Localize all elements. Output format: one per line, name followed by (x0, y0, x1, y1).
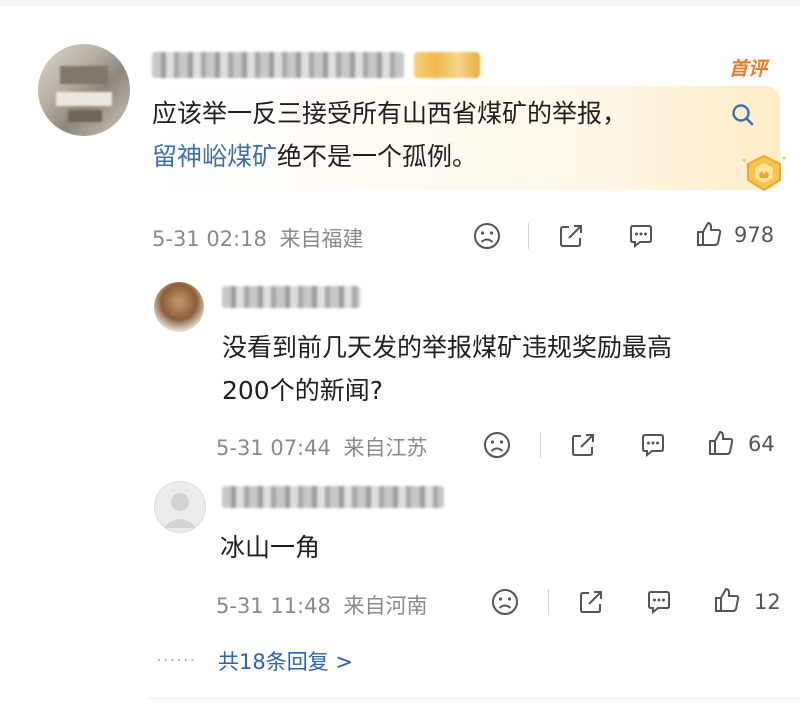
reply-meta: 5-31 11:48 来自河南 (216, 590, 428, 620)
reply-avatar[interactable] (154, 282, 204, 332)
top-divider (0, 0, 800, 6)
hot-comment-tag: 首评 (729, 58, 768, 80)
reply-meta: 5-31 07:44 来自江苏 (216, 432, 428, 462)
sad-face-icon[interactable] (472, 221, 502, 251)
comment-icon[interactable] (626, 221, 656, 251)
reply-time: 5-31 07:44 (216, 436, 331, 460)
more-replies-link[interactable]: 共18条回复 > (218, 646, 353, 676)
topic-link[interactable]: 留神峪煤矿 (152, 142, 277, 171)
search-icon[interactable] (730, 102, 756, 128)
divider (528, 223, 529, 249)
share-icon[interactable] (576, 587, 606, 617)
reply-location: 来自河南 (343, 594, 428, 618)
share-icon[interactable] (568, 430, 598, 460)
comment-text-rest: 绝不是一个孤例。 (277, 142, 478, 171)
reply-username-blurred[interactable] (222, 486, 444, 508)
avatar[interactable] (38, 44, 130, 136)
fan-badge (414, 52, 480, 78)
more-replies-dots: ······ (156, 650, 197, 671)
bottom-divider (150, 698, 800, 699)
comment-text-line1: 应该举一反三接受所有山西省煤矿的举报， (152, 99, 628, 128)
reply-text-line1: 没看到前几天发的举报煤矿违规奖励最高 (222, 333, 673, 362)
comment-meta: 5-31 02:18 来自福建 (152, 223, 364, 253)
username-blurred[interactable] (152, 52, 404, 78)
comment-time: 5-31 02:18 (152, 227, 267, 251)
reply-text-line1: 冰山一角 (220, 533, 321, 562)
reply-text-line2: 200个的新闻? (222, 376, 383, 405)
reply-time: 5-31 11:48 (216, 594, 331, 618)
reply-avatar[interactable] (154, 481, 206, 533)
comment-text-line2: 留神峪煤矿绝不是一个孤例。 (152, 136, 477, 177)
divider (540, 432, 541, 458)
comment-location: 来自福建 (279, 227, 364, 251)
thumbs-up-icon[interactable] (694, 219, 724, 249)
thumbs-up-icon[interactable] (712, 585, 742, 615)
reply-location: 来自江苏 (343, 436, 428, 460)
crown-badge-icon (742, 154, 786, 192)
divider (548, 589, 549, 615)
like-count: 978 (734, 223, 775, 247)
like-count: 12 (754, 590, 781, 614)
reply-username-blurred[interactable] (222, 286, 360, 308)
sad-face-icon[interactable] (482, 430, 512, 460)
share-icon[interactable] (556, 221, 586, 251)
comment-icon[interactable] (644, 587, 674, 617)
like-count: 64 (748, 432, 775, 456)
default-avatar-icon (163, 493, 197, 528)
comment-icon[interactable] (638, 430, 668, 460)
sad-face-icon[interactable] (490, 587, 520, 617)
thumbs-up-icon[interactable] (706, 428, 736, 458)
